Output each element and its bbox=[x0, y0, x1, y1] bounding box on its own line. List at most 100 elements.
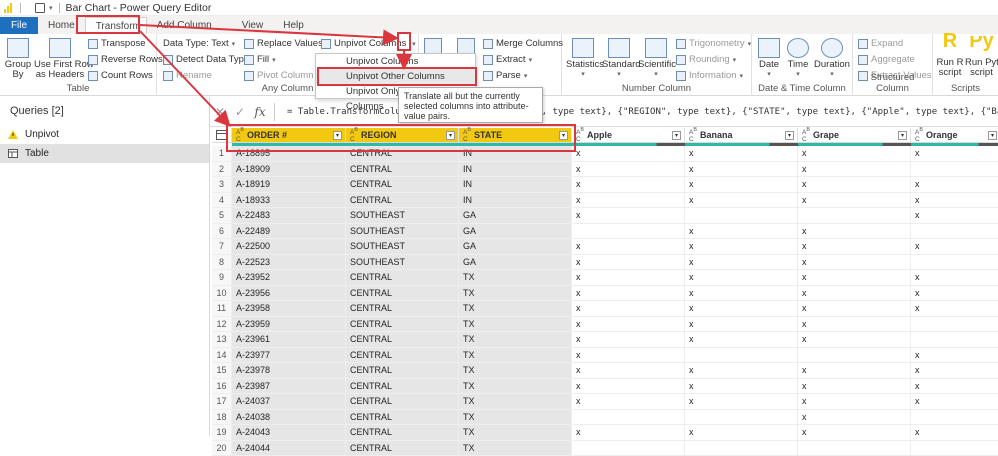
table-cell[interactable]: GA bbox=[459, 255, 572, 271]
table-cell[interactable]: IN bbox=[459, 193, 572, 209]
table-cell[interactable] bbox=[911, 332, 998, 348]
table-row[interactable]: 5A-22483SOUTHEASTGAxx bbox=[212, 208, 998, 224]
table-cell[interactable]: x bbox=[685, 177, 798, 193]
table-cell[interactable]: x bbox=[685, 162, 798, 178]
table-cell[interactable]: x bbox=[572, 162, 685, 178]
table-cell[interactable]: IN bbox=[459, 162, 572, 178]
table-cell[interactable]: x bbox=[572, 255, 685, 271]
table-cell[interactable]: GA bbox=[459, 208, 572, 224]
table-cell[interactable]: x bbox=[911, 286, 998, 302]
table-cell[interactable]: CENTRAL bbox=[346, 286, 459, 302]
table-row[interactable]: 7A-22500SOUTHEASTGAxxxx bbox=[212, 239, 998, 255]
column-header[interactable]: ABCBanana▾ bbox=[685, 128, 798, 143]
table-cell[interactable]: A-23956 bbox=[232, 286, 346, 302]
table-cell[interactable]: x bbox=[798, 146, 911, 162]
run-python-script-button[interactable]: PyRun Pyth script bbox=[965, 36, 998, 78]
table-cell[interactable]: CENTRAL bbox=[346, 177, 459, 193]
table-cell[interactable]: A-18919 bbox=[232, 177, 346, 193]
group-by-button[interactable]: Group By bbox=[4, 36, 32, 80]
table-cell[interactable]: x bbox=[911, 270, 998, 286]
tab-home[interactable]: Home bbox=[38, 17, 85, 34]
table-cell[interactable]: x bbox=[685, 193, 798, 209]
unpivot-dropdown-arrow-icon[interactable]: ▾ bbox=[409, 40, 418, 48]
table-cell[interactable]: A-23959 bbox=[232, 317, 346, 333]
date-button[interactable]: Date▾ bbox=[756, 36, 782, 80]
table-cell[interactable]: TX bbox=[459, 301, 572, 317]
query-item-table[interactable]: Table bbox=[0, 144, 209, 163]
table-row[interactable]: 17A-24037CENTRALTXxxxx bbox=[212, 394, 998, 410]
table-cell[interactable]: A-18895 bbox=[232, 146, 346, 162]
table-cell[interactable]: x bbox=[911, 379, 998, 395]
text-type-icon[interactable]: ABC bbox=[802, 127, 810, 142]
table-cell[interactable]: A-18909 bbox=[232, 162, 346, 178]
table-cell[interactable]: CENTRAL bbox=[346, 162, 459, 178]
table-cell[interactable]: x bbox=[685, 286, 798, 302]
table-cell[interactable] bbox=[572, 441, 685, 456]
menu-item-unpivot-other-columns[interactable]: Unpivot Other Columns bbox=[316, 69, 475, 84]
table-cell[interactable]: x bbox=[911, 363, 998, 379]
tab-view[interactable]: View bbox=[232, 17, 274, 34]
statistics-button[interactable]: Statistics▾ bbox=[566, 36, 600, 80]
table-row[interactable]: 20A-24044CENTRALTX bbox=[212, 441, 998, 456]
text-type-icon[interactable]: ABC bbox=[689, 127, 697, 142]
column-filter-icon[interactable]: ▾ bbox=[559, 131, 568, 140]
table-cell[interactable] bbox=[911, 255, 998, 271]
column-header[interactable]: ABCORDER #▾ bbox=[232, 128, 346, 143]
table-row[interactable]: 9A-23952CENTRALTXxxxx bbox=[212, 270, 998, 286]
table-cell[interactable]: GA bbox=[459, 224, 572, 240]
confirm-formula-icon[interactable]: ✓ bbox=[230, 105, 250, 119]
table-cell[interactable] bbox=[685, 441, 798, 456]
table-cell[interactable]: A-18933 bbox=[232, 193, 346, 209]
formula-text[interactable]: = Table.TransformColumnTypes(Source,{{"O… bbox=[287, 107, 998, 117]
reverse-rows-button[interactable]: Reverse Rows bbox=[88, 54, 163, 65]
text-type-icon[interactable]: ABC bbox=[463, 127, 471, 142]
table-cell[interactable]: x bbox=[572, 208, 685, 224]
use-first-row-button[interactable]: Use First Row as Headers bbox=[34, 36, 86, 80]
table-cell[interactable]: x bbox=[798, 394, 911, 410]
table-cell[interactable]: TX bbox=[459, 317, 572, 333]
table-cell[interactable]: x bbox=[685, 239, 798, 255]
table-cell[interactable]: CENTRAL bbox=[346, 317, 459, 333]
scientific-button[interactable]: Scientific▾ bbox=[638, 36, 674, 80]
table-cell[interactable] bbox=[798, 208, 911, 224]
table-cell[interactable]: x bbox=[572, 332, 685, 348]
table-cell[interactable]: x bbox=[798, 317, 911, 333]
table-row[interactable]: 2A-18909CENTRALINxxx bbox=[212, 162, 998, 178]
text-type-icon[interactable]: ABC bbox=[350, 127, 358, 142]
table-row[interactable]: 15A-23978CENTRALTXxxxx bbox=[212, 363, 998, 379]
column-filter-icon[interactable]: ▾ bbox=[333, 131, 342, 140]
table-cell[interactable]: A-22500 bbox=[232, 239, 346, 255]
table-cell[interactable]: x bbox=[572, 177, 685, 193]
table-cell[interactable]: IN bbox=[459, 177, 572, 193]
table-cell[interactable]: x bbox=[798, 177, 911, 193]
table-row[interactable]: 12A-23959CENTRALTXxxx bbox=[212, 317, 998, 333]
table-cell[interactable] bbox=[685, 208, 798, 224]
table-cell[interactable] bbox=[911, 162, 998, 178]
pivot-column-button[interactable]: Pivot Column bbox=[244, 70, 314, 81]
table-cell[interactable] bbox=[572, 224, 685, 240]
table-cell[interactable]: x bbox=[798, 301, 911, 317]
save-icon[interactable] bbox=[35, 3, 45, 13]
table-cell[interactable]: x bbox=[572, 348, 685, 364]
table-cell[interactable]: TX bbox=[459, 363, 572, 379]
table-row[interactable]: 3A-18919CENTRALINxxxx bbox=[212, 177, 998, 193]
table-cell[interactable]: A-24037 bbox=[232, 394, 346, 410]
table-cell[interactable]: A-24044 bbox=[232, 441, 346, 456]
text-type-icon[interactable]: ABC bbox=[576, 127, 584, 142]
table-cell[interactable]: A-24038 bbox=[232, 410, 346, 426]
unpivot-columns-button[interactable]: Unpivot Columns▾ bbox=[321, 38, 418, 49]
table-cell[interactable]: x bbox=[798, 332, 911, 348]
table-cell[interactable]: CENTRAL bbox=[346, 270, 459, 286]
table-cell[interactable]: TX bbox=[459, 394, 572, 410]
table-cell[interactable]: SOUTHEAST bbox=[346, 239, 459, 255]
table-cell[interactable]: x bbox=[685, 394, 798, 410]
table-row[interactable]: 6A-22489SOUTHEASTGAxx bbox=[212, 224, 998, 240]
table-cell[interactable]: x bbox=[685, 425, 798, 441]
table-cell[interactable]: A-24043 bbox=[232, 425, 346, 441]
column-filter-icon[interactable]: ▾ bbox=[785, 131, 794, 140]
table-cell[interactable]: x bbox=[798, 239, 911, 255]
text-type-icon[interactable]: ABC bbox=[236, 127, 244, 142]
fx-icon[interactable]: fx bbox=[250, 105, 270, 119]
table-cell[interactable]: A-23961 bbox=[232, 332, 346, 348]
table-cell[interactable]: CENTRAL bbox=[346, 193, 459, 209]
